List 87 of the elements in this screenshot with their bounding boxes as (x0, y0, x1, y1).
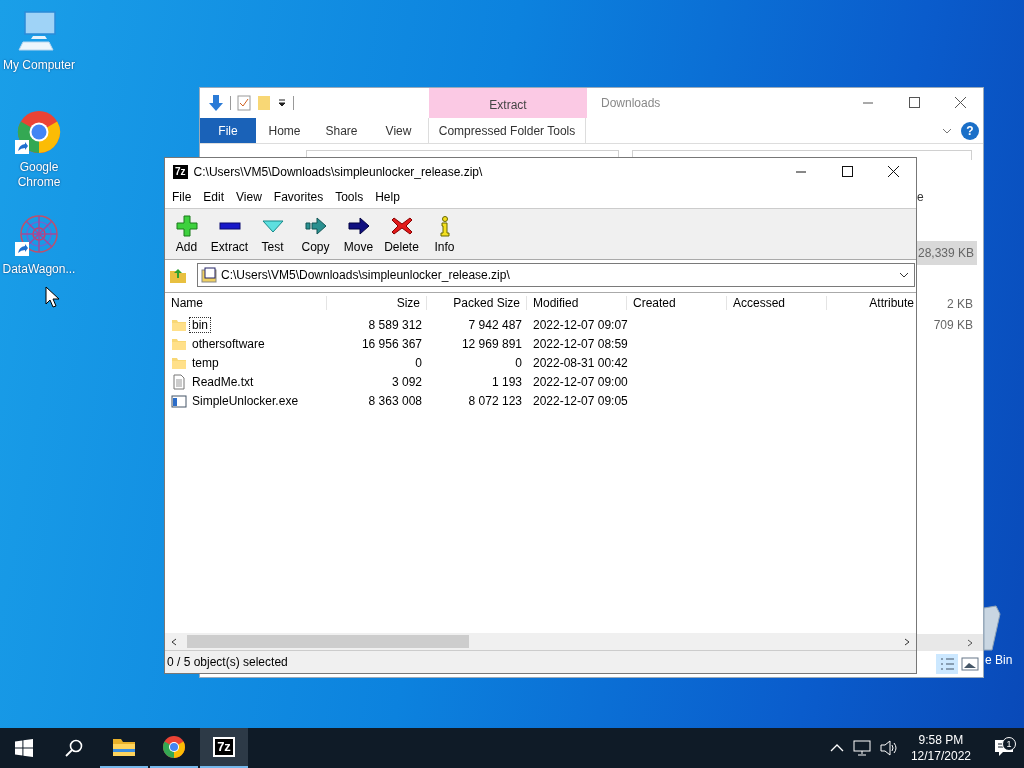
column-header[interactable]: Size (327, 296, 427, 310)
table-cell-text: 8 363 008 (367, 393, 423, 408)
clock[interactable]: 9:58 PM 12/17/2022 (906, 732, 975, 764)
toolbar-button[interactable]: Delete (380, 209, 423, 259)
window-icon (171, 392, 187, 409)
toolbar-button[interactable]: Extract (208, 209, 251, 259)
arrow-icon (304, 214, 327, 237)
table-cell-text: 7 942 487 (467, 317, 523, 332)
browser-icon[interactable] (15, 110, 63, 156)
contextual-tab-header: Extract (429, 88, 587, 118)
search-icon (65, 739, 83, 757)
menu-item[interactable]: File (166, 190, 198, 204)
mouse-pointer-icon (45, 286, 59, 308)
menu-item[interactable]: Help (369, 190, 406, 204)
table-cell-text: 8 072 123 (467, 393, 523, 408)
scrollbar-thumb[interactable] (187, 635, 469, 648)
file-name[interactable]: SimpleUnlocker.exe (189, 392, 302, 409)
folder-up-icon[interactable] (169, 266, 187, 284)
app-logo: 7z (213, 737, 235, 757)
file-name[interactable]: ReadMe.txt (189, 373, 257, 390)
taskbar-button[interactable]: 7z (200, 728, 248, 768)
status-text: 0 / 5 object(s) selected (167, 655, 288, 669)
column-header[interactable]: e (917, 190, 924, 204)
menu-item[interactable]: View (230, 190, 268, 204)
toolbar-button[interactable]: Info (423, 209, 466, 259)
table-cell-text: 8 589 312 (367, 317, 423, 332)
window-title: Downloads (600, 95, 662, 112)
column-header[interactable]: Packed Size (427, 296, 527, 310)
table-cell-text: 2022-12-07 09:05 (532, 393, 627, 408)
file-name[interactable]: bin (189, 316, 211, 333)
table-cell-text: 12 969 891 (460, 336, 523, 351)
speaker-icon[interactable] (879, 740, 898, 756)
help-button[interactable]: ? (961, 121, 979, 140)
table-cell-text: 0 (414, 355, 423, 370)
network-icon[interactable] (852, 740, 871, 756)
clock-date: 12/17/2022 (910, 748, 971, 764)
ribbon-tab[interactable]: View (370, 118, 427, 143)
table-cell-text: 3 092 (390, 374, 423, 389)
table-cell-text: 2022-12-07 08:59 (532, 336, 627, 351)
plus-icon (175, 214, 198, 237)
menu-item[interactable]: Tools (329, 190, 370, 204)
down-arrow-icon[interactable] (208, 94, 224, 112)
archive-icon (201, 267, 217, 283)
folder-icon (112, 737, 136, 757)
scroll-left-icon[interactable] (169, 636, 179, 647)
file-name[interactable]: temp (189, 354, 222, 371)
scroll-right-icon[interactable] (965, 637, 975, 648)
large-icons-view-icon[interactable] (960, 654, 980, 674)
properties-icon[interactable] (237, 95, 251, 111)
arrow-icon (347, 214, 370, 237)
clock-time: 9:58 PM (918, 732, 964, 748)
document-icon (171, 373, 187, 390)
column-header[interactable]: Attribute (827, 296, 915, 310)
chevron-up-icon[interactable] (829, 743, 844, 753)
table-cell-text: 16 956 367 (360, 336, 423, 351)
toolbar-button[interactable]: Copy (294, 209, 337, 259)
menu-item[interactable]: Favorites (267, 190, 330, 204)
app-logo: 7z (173, 165, 188, 179)
toolbar-button[interactable]: Test (251, 209, 294, 259)
path-field[interactable]: C:\Users\VM5\Downloads\simpleunlocker_release.zip\ (197, 263, 915, 287)
column-header[interactable]: Created (627, 296, 727, 310)
size-cell-text: 2 KB (946, 296, 974, 313)
windows-icon (15, 739, 33, 757)
column-header[interactable]: Modified (527, 296, 627, 310)
size-cell: 28,339 KB (914, 241, 977, 265)
table-cell-text: 2022-08-31 00:42 (532, 355, 627, 370)
ribbon-tab[interactable]: Share (313, 118, 370, 143)
toolbar-button[interactable]: Add (165, 209, 208, 259)
file-menu-button[interactable]: File (200, 118, 256, 143)
column-header[interactable]: Name (165, 296, 327, 310)
size-cell-text: 709 KB (932, 317, 974, 334)
scrollbar[interactable] (917, 634, 983, 651)
table-cell-text: 2022-12-07 09:00 (532, 374, 627, 389)
notification-badge: 1 (1002, 737, 1016, 751)
path-text: C:\Users\VM5\Downloads\simpleunlocker_release.zip\ (221, 268, 511, 282)
browser-icon (162, 735, 186, 759)
scroll-right-icon[interactable] (902, 636, 912, 647)
table-cell-text: 1 193 (490, 374, 523, 389)
file-name[interactable]: othersoftware (189, 335, 268, 352)
toolbar-button[interactable]: Move (337, 209, 380, 259)
ribbon-tab[interactable]: Home (256, 118, 313, 143)
table-cell-text: 0 (514, 355, 523, 370)
menu-item[interactable]: Edit (197, 190, 231, 204)
table-cell-text: 2022-12-07 09:07 (532, 317, 627, 332)
window-title: C:\Users\VM5\Downloads\simpleunlocker_release.zip\ (193, 165, 484, 179)
column-header[interactable]: Accessed (727, 296, 827, 310)
icon-label[interactable]: e Bin (985, 653, 1013, 667)
